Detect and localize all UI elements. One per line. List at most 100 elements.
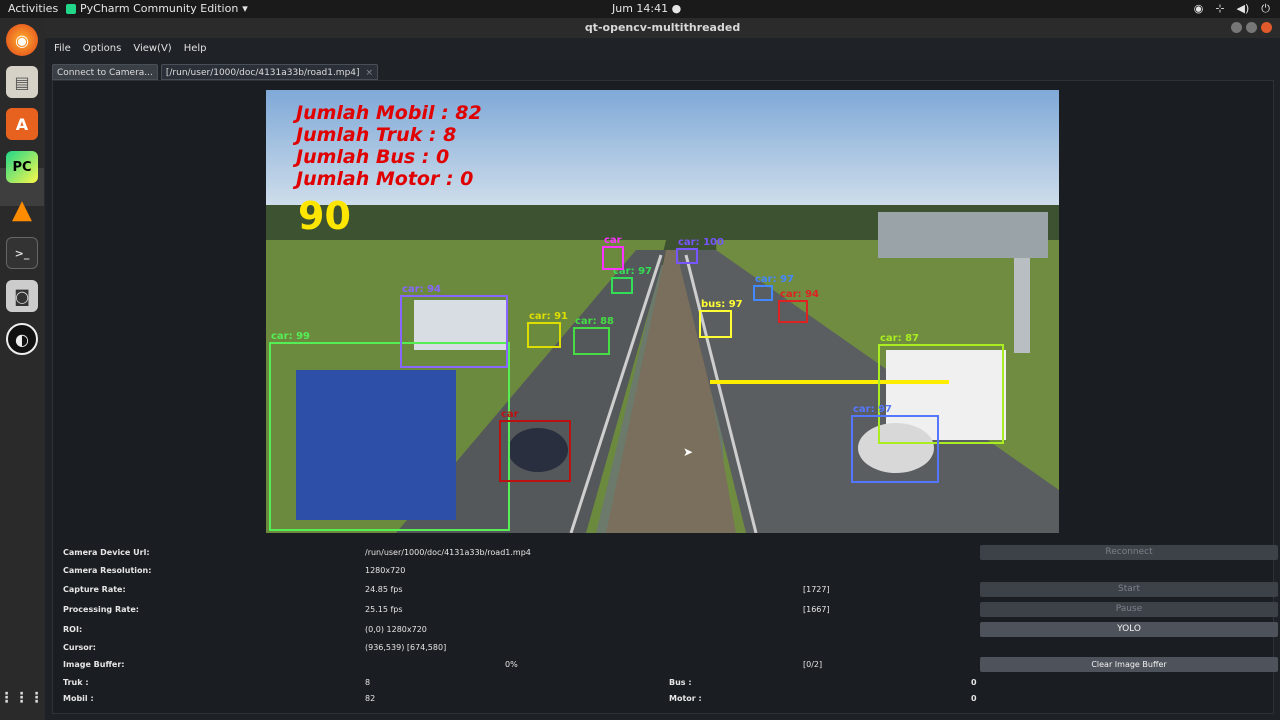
tab-label: Connect to Camera...: [57, 68, 153, 78]
chevron-down-icon: ▾: [242, 2, 248, 15]
gantry-sign: [878, 212, 1048, 258]
app-window: qt-opencv-multithreaded File Options Vie…: [45, 18, 1280, 720]
detection-label: car: 94: [402, 284, 442, 295]
detection-box: car: 97: [851, 404, 939, 483]
software-center-icon[interactable]: A: [6, 108, 38, 140]
row-truk-bus: Truk : 8 Bus : 0: [59, 678, 1269, 692]
activities-button[interactable]: Activities: [8, 2, 58, 15]
menu-view[interactable]: View(V): [133, 43, 171, 54]
row-resolution: Camera Resolution: 1280x720: [59, 566, 1269, 580]
app-menu[interactable]: PyCharm Community Edition ▾: [66, 2, 248, 15]
detection-label: car: 87: [880, 333, 920, 344]
detection-box: car: 100: [676, 237, 724, 264]
screenshot-icon[interactable]: ◙: [6, 280, 38, 312]
detection-box: car: 88: [573, 316, 614, 355]
firefox-icon[interactable]: ◉: [6, 24, 38, 56]
label-image-buffer: Image Buffer:: [63, 660, 125, 669]
label-processing-rate: Processing Rate:: [63, 605, 139, 614]
mouse-cursor-icon: ➤: [683, 445, 694, 459]
yolo-button[interactable]: YOLO: [980, 622, 1278, 637]
reconnect-button[interactable]: Reconnect: [980, 545, 1278, 560]
window-titlebar[interactable]: qt-opencv-multithreaded: [45, 18, 1280, 38]
pause-button[interactable]: Pause: [980, 602, 1278, 617]
value-truk: 8: [365, 678, 371, 687]
overlay-total-count: 90: [298, 194, 351, 238]
maximize-icon[interactable]: [1246, 22, 1257, 33]
detection-label: car: 99: [271, 331, 311, 342]
detection-label: car: 97: [755, 274, 795, 285]
value-mobil: 82: [365, 694, 376, 703]
overlay-count-bus: Jumlah Bus : 0: [296, 146, 450, 168]
value-device-url: /run/user/1000/doc/4131a33b/road1.mp4: [365, 548, 531, 557]
detection-box: car: 99: [269, 331, 510, 531]
tab-connect-camera[interactable]: Connect to Camera...: [52, 64, 158, 80]
label-resolution: Camera Resolution:: [63, 566, 152, 575]
label-cursor: Cursor:: [63, 643, 96, 652]
detection-label: car: [501, 409, 519, 420]
power-icon[interactable]: ⏻: [1261, 2, 1270, 16]
detection-box: car: [499, 409, 571, 482]
clock-label: Jum 14:41: [612, 2, 669, 15]
label-mobil: Mobil :: [63, 694, 94, 703]
clear-image-buffer-button[interactable]: Clear Image Buffer: [980, 657, 1278, 672]
tab-bar: Connect to Camera... [/run/user/1000/doc…: [52, 64, 379, 80]
overlay-count-motor: Jumlah Motor : 0: [296, 168, 474, 190]
detection-box: bus: 97: [699, 299, 743, 338]
value-roi: (0,0) 1280x720: [365, 625, 427, 634]
value-processing-frames: [1667]: [803, 605, 830, 614]
info-panel: Camera Device Url: /run/user/1000/doc/41…: [59, 545, 1278, 716]
label-truk: Truk :: [63, 678, 89, 687]
detection-label: car: 91: [529, 311, 569, 322]
video-frame[interactable]: Jumlah Mobil : 82 Jumlah Truk : 8 Jumlah…: [266, 90, 1059, 533]
window-controls: [1231, 22, 1272, 33]
tab-label: [/run/user/1000/doc/4131a33b/road1.mp4]: [165, 68, 360, 78]
menu-help[interactable]: Help: [184, 43, 207, 54]
vlc-icon[interactable]: ▲: [6, 194, 38, 226]
detection-box: car: 97: [611, 266, 652, 294]
value-processing-rate: 25.15 fps: [365, 605, 403, 614]
pycharm-icon[interactable]: PC: [6, 151, 38, 183]
obs-tray-icon[interactable]: ◉: [1194, 2, 1204, 16]
overlay-count-mobil: Jumlah Mobil : 82: [296, 102, 482, 124]
label-capture-rate: Capture Rate:: [63, 585, 126, 594]
detection-label: car: 88: [575, 316, 615, 327]
show-apps-icon[interactable]: ⋮⋮⋮: [0, 682, 44, 714]
obs-icon[interactable]: ◐: [6, 323, 38, 355]
system-top-bar: Activities PyCharm Community Edition ▾ J…: [0, 0, 1280, 18]
detection-box: car: 94: [400, 284, 508, 368]
menu-options[interactable]: Options: [83, 43, 122, 54]
dock: ◉ ▤ A PC ▲ >_ ◙ ◐ ⋮⋮⋮: [0, 18, 45, 720]
files-icon[interactable]: ▤: [6, 66, 38, 98]
close-icon[interactable]: [1261, 22, 1272, 33]
minimize-icon[interactable]: [1231, 22, 1242, 33]
pycharm-small-icon: [66, 3, 76, 14]
detection-box: car: 91: [527, 311, 568, 348]
label-roi: ROI:: [63, 625, 83, 634]
clock[interactable]: Jum 14:41 ●: [612, 2, 681, 15]
detection-label: car: 94: [780, 289, 820, 300]
label-device-url: Camera Device Url:: [63, 548, 150, 557]
value-buffer-percent: 0%: [505, 660, 518, 669]
value-cursor: (936,539) [674,580]: [365, 643, 447, 652]
overlay-count-truk: Jumlah Truk : 8: [296, 124, 457, 146]
value-buffer-count: [0/2]: [803, 660, 823, 669]
label-bus: Bus :: [669, 678, 692, 687]
network-icon[interactable]: ⊹: [1215, 2, 1224, 16]
terminal-icon[interactable]: >_: [6, 237, 38, 269]
label-motor: Motor :: [669, 694, 702, 703]
system-tray[interactable]: ◉ ⊹ ◀) ⏻: [1194, 2, 1270, 16]
value-capture-rate: 24.85 fps: [365, 585, 403, 594]
value-capture-frames: [1727]: [803, 585, 830, 594]
volume-icon[interactable]: ◀): [1237, 2, 1250, 16]
detection-label: bus: 97: [701, 299, 743, 310]
start-button[interactable]: Start: [980, 582, 1278, 597]
tab-road-video[interactable]: [/run/user/1000/doc/4131a33b/road1.mp4] ×: [160, 64, 379, 80]
value-resolution: 1280x720: [365, 566, 406, 575]
tab-close-icon[interactable]: ×: [366, 68, 374, 78]
detection-box: car: [602, 235, 624, 270]
menubar: File Options View(V) Help: [45, 38, 1280, 58]
menu-file[interactable]: File: [54, 43, 71, 54]
window-title: qt-opencv-multithreaded: [584, 21, 741, 34]
row-cursor: Cursor: (936,539) [674,580]: [59, 643, 1269, 657]
app-menu-label: PyCharm Community Edition: [80, 2, 239, 15]
